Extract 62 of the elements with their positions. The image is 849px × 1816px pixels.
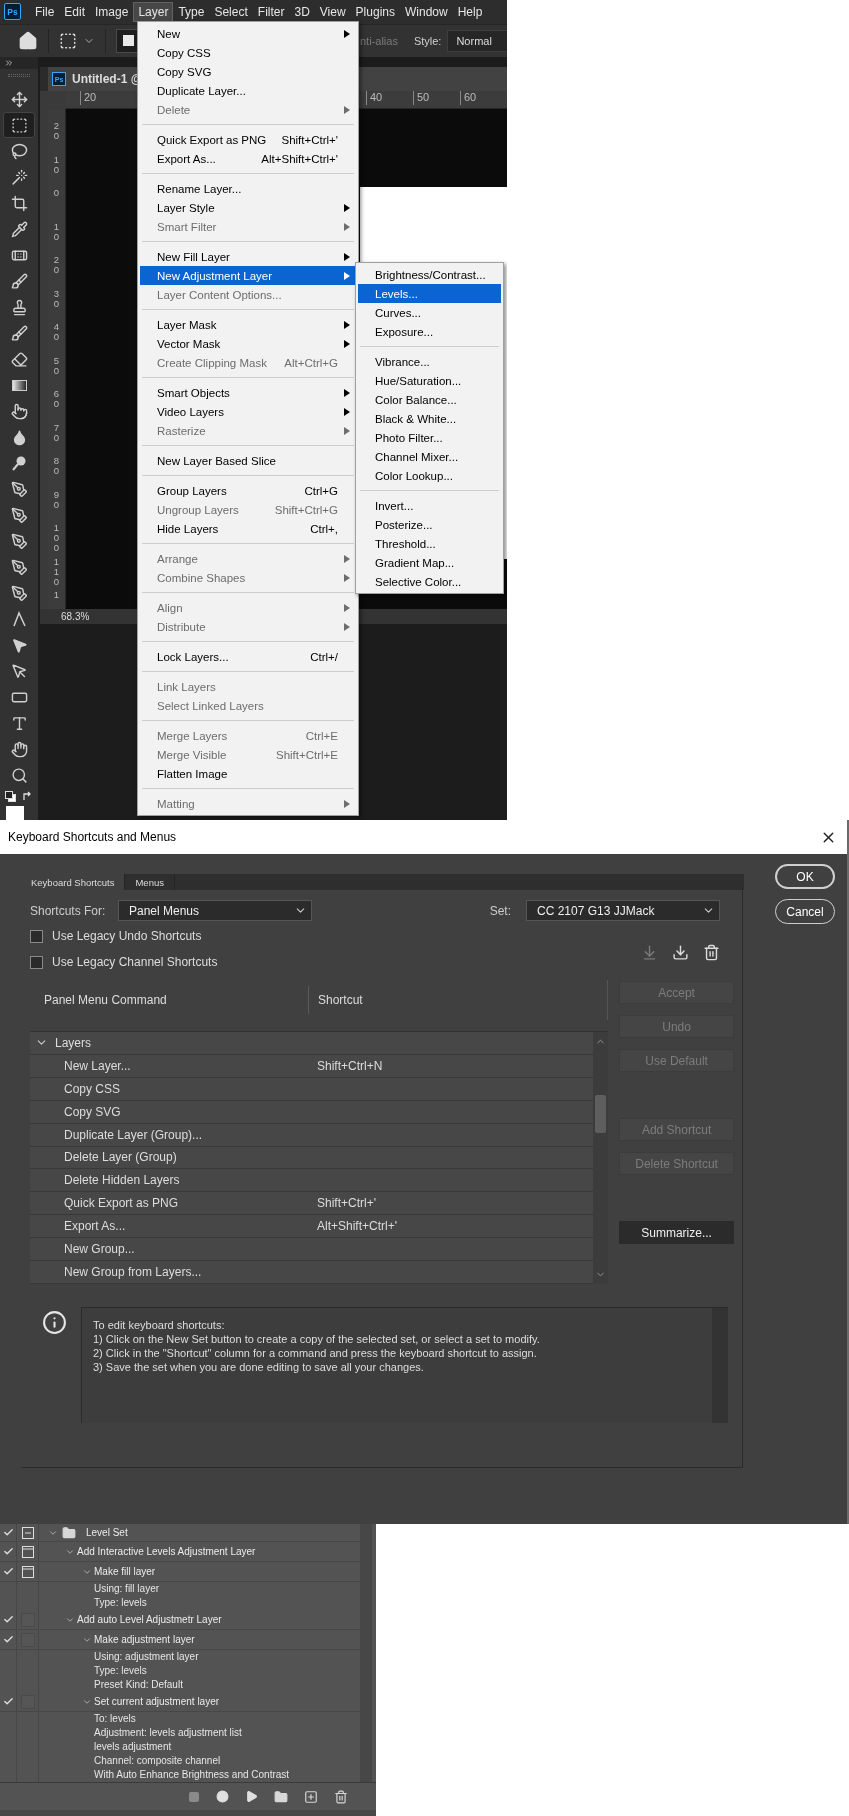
table-cell-text: Copy CSS: [63, 1081, 122, 1096]
ruler-label: 60: [53, 389, 60, 409]
parameter-text: Using: adjustment layer: [93, 1650, 199, 1664]
table-cell-text: New Group...: [63, 1242, 136, 1257]
info-text: To edit keyboard shortcuts:: [93, 1318, 226, 1332]
table-cell: Alt+Shift+Ctrl+': [317, 1219, 397, 1234]
shortcut-label: Ctrl+/: [310, 650, 338, 663]
table-cell-text: New Group from Layers...: [63, 1265, 203, 1279]
ruler-label: 10: [53, 154, 60, 175]
ruler-label: 0: [53, 188, 60, 198]
table-cell-text: New Layer...: [63, 1058, 132, 1073]
shortcut-label: Ctrl+E: [305, 729, 338, 742]
anti-alias-label: nti-alias: [360, 34, 398, 47]
shortcut-label: Ctrl+,: [310, 522, 338, 535]
ruler-label: 60: [460, 91, 507, 105]
parameter-text: Adjustment: levels adjustment list: [93, 1726, 242, 1740]
table-cell-text: Duplicate Layer (Group)...: [63, 1127, 204, 1142]
field-label: Shortcuts For:: [30, 903, 107, 918]
table-cell-text: Export As...: [63, 1219, 127, 1234]
parameter-text: Channel: composite channel: [93, 1754, 221, 1768]
shortcut-label: Ctrl+G: [304, 484, 338, 497]
ruler-label: 10: [53, 221, 60, 242]
table-cell-text: Delete Hidden Layers: [63, 1173, 181, 1188]
table-cell-text: Copy SVG: [63, 1104, 122, 1119]
app-logo: Ps: [4, 3, 21, 21]
ruler-label: 110: [53, 556, 60, 587]
table-cell-text: Quick Export as PNG: [63, 1196, 180, 1211]
parameter-text: Using: fill layer: [93, 1582, 160, 1596]
ruler-label: 40: [366, 91, 413, 105]
shortcut-label: Alt+Ctrl+G: [284, 356, 338, 369]
ruler-label: 90: [53, 489, 60, 510]
dialog-title: Keyboard Shortcuts and Menus: [8, 830, 177, 844]
shortcut-label: Shift+Ctrl+E: [276, 748, 338, 761]
ruler-label: 1: [53, 590, 60, 600]
parameter-text: Type: levels: [93, 1596, 147, 1610]
parameter-text: With Auto Enhance Brightness and Contrast: [93, 1768, 290, 1782]
parameter-text: Type: levels: [93, 1664, 147, 1678]
parameter-text: Preset Kind: Default: [93, 1678, 183, 1692]
ruler-label: 40: [53, 322, 60, 342]
shortcut-label: Shift+Ctrl+G: [274, 503, 338, 516]
ruler-label: 20: [80, 91, 127, 105]
parameter-text: levels adjustment: [93, 1740, 172, 1754]
zoom-level: 68.3%: [61, 611, 90, 622]
table-cell: Shift+Ctrl+N: [317, 1058, 383, 1073]
parameter-text: To: levels: [93, 1712, 136, 1726]
ruler-label: 80: [53, 456, 60, 476]
shortcut-label: Alt+Shift+Ctrl+': [261, 152, 338, 165]
ruler-label: 50: [53, 355, 60, 376]
info-text: 3) Save the set when you are done editing to save all your changes.: [93, 1360, 425, 1374]
table-cell: Shift+Ctrl+': [317, 1196, 376, 1211]
style-label: Style:: [413, 34, 442, 47]
ruler-label: 20: [53, 255, 60, 275]
ruler-label: 100: [53, 523, 60, 553]
info-text: 2) Click in the "Shortcut" column for a command and press the keyboard shortcut to assign.: [93, 1346, 538, 1360]
field-label: Set:: [489, 903, 511, 918]
ruler-label: 30: [53, 288, 60, 309]
ruler-label: 20: [53, 121, 60, 141]
info-text: 1) Click on the New Set button to create a copy of the selected set, or select a set to modify.: [93, 1332, 541, 1346]
table-cell-text: Delete Layer (Group): [63, 1150, 178, 1165]
ruler-label: 70: [53, 422, 60, 443]
shortcut-label: Shift+Ctrl+': [281, 133, 338, 146]
ruler-label: 50: [413, 91, 460, 105]
